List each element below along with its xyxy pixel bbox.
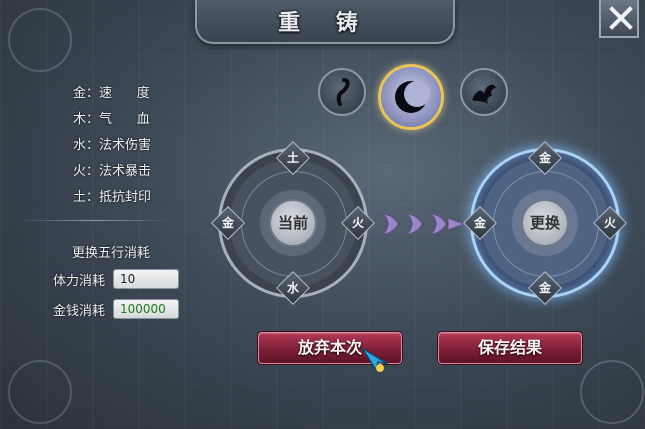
brush-icon xyxy=(336,78,350,106)
moon-orb-selected[interactable] xyxy=(378,64,444,130)
attribute-row: 土：抵抗封印 xyxy=(73,190,152,205)
replace-label: 更换 xyxy=(521,199,569,247)
title-plate: 重 铸 xyxy=(195,0,455,44)
save-result-button[interactable]: 保存结果 xyxy=(438,332,582,364)
attribute-row: 火：法术暴击 xyxy=(73,164,152,179)
transform-arrows-icon xyxy=(381,213,466,235)
beast-orb[interactable] xyxy=(460,68,508,116)
close-button[interactable] xyxy=(599,0,639,38)
stamina-cost-field: 10 xyxy=(113,269,179,289)
attribute-row: 金：速 度 xyxy=(73,86,150,101)
money-label: 金钱消耗 xyxy=(53,304,106,319)
beast-icon xyxy=(472,84,496,104)
window-title: 重 铸 xyxy=(278,11,372,36)
divider xyxy=(20,220,170,221)
cursor-icon xyxy=(361,347,389,372)
close-icon xyxy=(609,6,633,30)
moon-icon xyxy=(395,81,430,113)
brush-orb[interactable] xyxy=(318,68,366,116)
corner-ornament xyxy=(580,360,644,424)
stamina-label: 体力消耗 xyxy=(53,274,106,289)
corner-ornament xyxy=(8,8,72,72)
attribute-row: 水：法术伤害 xyxy=(73,138,152,153)
corner-ornament xyxy=(8,360,72,424)
attribute-row: 木：气 血 xyxy=(73,112,150,127)
money-cost-field: 100000 xyxy=(113,299,179,319)
cost-title: 更换五行消耗 xyxy=(72,246,151,261)
current-label: 当前 xyxy=(269,199,317,247)
